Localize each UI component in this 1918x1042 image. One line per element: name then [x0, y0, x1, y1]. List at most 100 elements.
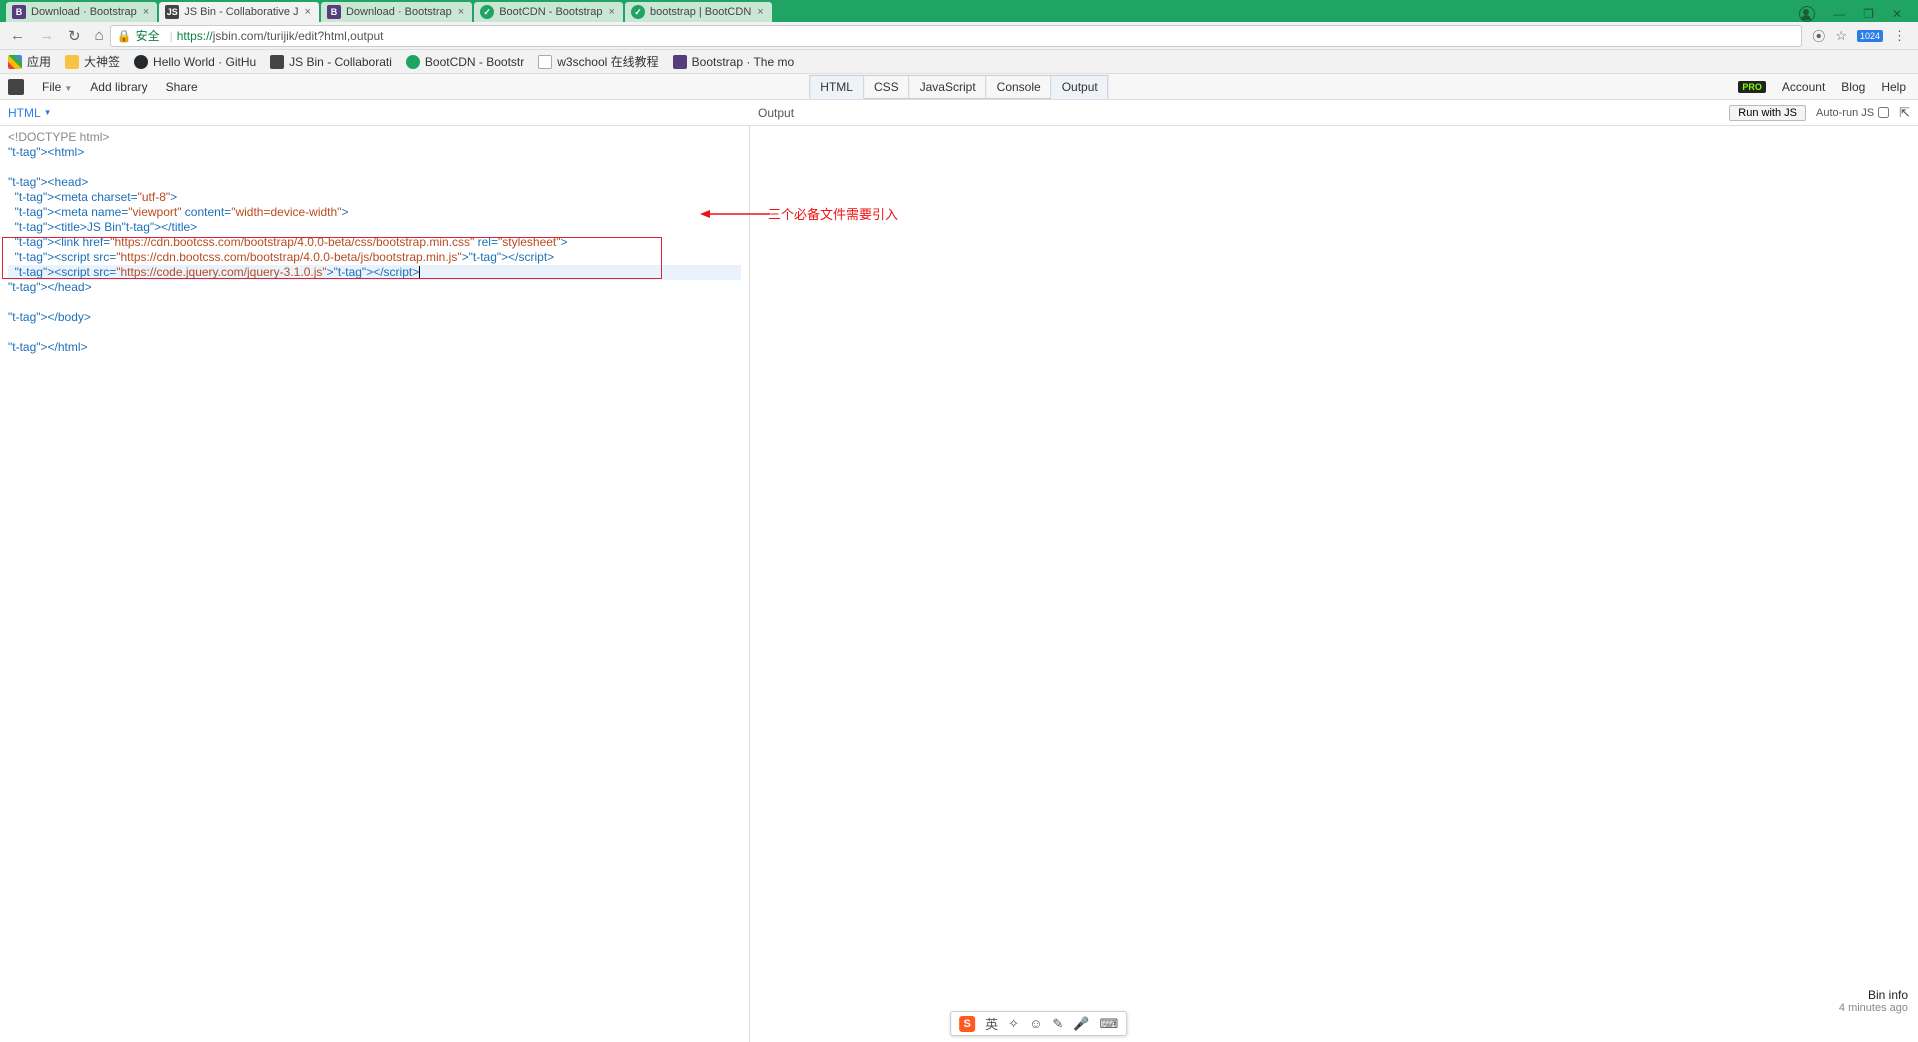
autorun-toggle[interactable]: Auto-run JS	[1816, 107, 1889, 119]
code-line: "t-tag"><script src="https://code.jquery…	[8, 265, 419, 279]
bootcdn-icon: ✓	[631, 5, 645, 19]
bookmark-item[interactable]: Hello World · GitHu	[134, 55, 256, 69]
ime-item[interactable]: ✎	[1052, 1016, 1063, 1032]
html-editor[interactable]: <!DOCTYPE html> "t-tag"><html> "t-tag"><…	[0, 126, 750, 1042]
ime-mic-icon[interactable]: 🎤	[1073, 1016, 1089, 1032]
github-icon	[134, 55, 148, 69]
window-controls: — ❐ ✕	[1783, 6, 1918, 22]
bookmark-apps[interactable]: 应用	[8, 53, 51, 70]
bootcdn-icon: ✓	[480, 5, 494, 19]
bootstrap-icon: B	[327, 5, 341, 19]
code-line: "t-tag"><html>	[8, 145, 84, 159]
close-icon[interactable]: ×	[305, 6, 311, 18]
bookmark-label: Bootstrap · The mo	[692, 55, 795, 69]
browser-tab[interactable]: BDownload · Bootstrap×	[321, 2, 472, 22]
jsbin-logo-icon[interactable]	[8, 79, 24, 95]
bootstrap-icon	[673, 55, 687, 69]
minimize-button[interactable]: —	[1833, 7, 1845, 21]
tab-css[interactable]: CSS	[864, 75, 910, 99]
panel-tabs: HTML CSS JavaScript Console Output	[809, 75, 1108, 99]
jsbin-toolbar: File▼ Add library Share HTML CSS JavaScr…	[0, 74, 1918, 100]
bookmark-label: 大神签	[84, 53, 120, 70]
address-bar[interactable]: 🔒 安全 | https://jsbin.com/turijik/edit?ht…	[110, 25, 1803, 47]
html-panel-header[interactable]: HTML▼	[0, 100, 750, 125]
code-line: "t-tag"><head>	[8, 175, 88, 189]
forward-button[interactable]: →	[39, 27, 54, 44]
translate-icon[interactable]: ⦿	[1812, 26, 1825, 45]
bookmark-item[interactable]: 大神签	[65, 53, 120, 70]
ime-keyboard-icon[interactable]: ⌨	[1099, 1016, 1118, 1032]
add-library-menu[interactable]: Add library	[90, 80, 147, 94]
bookmark-label: BootCDN - Bootstr	[425, 55, 524, 69]
bookmark-item[interactable]: Bootstrap · The mo	[673, 55, 795, 69]
bookmark-item[interactable]: JS Bin - Collaborati	[270, 55, 392, 69]
back-button[interactable]: ←	[10, 27, 25, 44]
bookmark-item[interactable]: w3school 在线教程	[538, 53, 658, 70]
bookmark-star-icon[interactable]: ☆	[1835, 28, 1847, 44]
page-icon	[538, 55, 552, 69]
bootstrap-icon: B	[12, 5, 26, 19]
browser-tab[interactable]: ✓ BootCDN - Bootstrap ×	[474, 2, 623, 22]
home-button[interactable]: ⌂	[95, 27, 104, 44]
help-link[interactable]: Help	[1881, 80, 1906, 94]
tab-title: bootstrap | BootCDN	[650, 6, 751, 18]
share-menu[interactable]: Share	[166, 80, 198, 94]
code-line: "t-tag"><meta charset="utf-8">	[8, 190, 177, 204]
tab-output[interactable]: Output	[1052, 75, 1109, 99]
secure-label: 安全	[136, 27, 160, 44]
browser-tab[interactable]: ✓ bootstrap | BootCDN ×	[625, 2, 772, 22]
expand-output-icon[interactable]: ⇱	[1899, 105, 1910, 121]
browser-tab[interactable]: BDownload · Bootstrap×	[6, 2, 157, 22]
bin-info-time: 4 minutes ago	[1839, 1002, 1908, 1014]
url-path: /turijik/edit?html,output	[263, 29, 383, 43]
panel-headers: HTML▼ Output Run with JS Auto-run JS ⇱	[0, 100, 1918, 126]
browser-toolbar: ← → ↻ ⌂ 🔒 安全 | https://jsbin.com/turijik…	[0, 22, 1918, 50]
pro-badge[interactable]: PRO	[1738, 81, 1766, 93]
ime-item[interactable]: ✧	[1008, 1016, 1019, 1032]
close-icon[interactable]: ×	[757, 6, 763, 18]
output-panel: 三个必备文件需要引入 Bin info 4 minutes ago	[750, 126, 1918, 1042]
file-menu[interactable]: File▼	[42, 80, 72, 94]
ime-emoji-icon[interactable]: ☺	[1029, 1016, 1042, 1031]
run-with-js-button[interactable]: Run with JS	[1729, 105, 1806, 121]
tab-html[interactable]: HTML	[809, 75, 864, 99]
code-line: "t-tag"><link href="https://cdn.bootcss.…	[8, 235, 568, 249]
bin-info[interactable]: Bin info 4 minutes ago	[1839, 988, 1908, 1014]
ime-lang[interactable]: 英	[985, 1014, 998, 1033]
code-line: "t-tag"><title>JS Bin"t-tag"></title>	[8, 220, 197, 234]
bookmarks-bar: 应用 大神签 Hello World · GitHu JS Bin - Coll…	[0, 50, 1918, 74]
browser-tab-active[interactable]: JSJS Bin - Collaborative J×	[159, 2, 319, 22]
bookmark-label: w3school 在线教程	[557, 53, 658, 70]
reload-button[interactable]: ↻	[68, 27, 81, 45]
bookmark-item[interactable]: BootCDN - Bootstr	[406, 55, 524, 69]
tab-title: JS Bin - Collaborative J	[184, 6, 298, 18]
close-icon[interactable]: ×	[458, 6, 464, 18]
extension-badge[interactable]: 1024	[1857, 30, 1883, 42]
tab-console[interactable]: Console	[987, 75, 1052, 99]
url-proto: https://	[177, 29, 213, 43]
code-line: "t-tag"><meta name="viewport" content="w…	[8, 205, 348, 219]
code-line: "t-tag"><script src="https://cdn.bootcss…	[8, 250, 554, 264]
lock-icon: 🔒	[117, 29, 132, 43]
tab-title: BootCDN - Bootstrap	[499, 6, 602, 18]
code-line: "t-tag"></html>	[8, 340, 88, 354]
sogou-icon[interactable]: S	[959, 1016, 975, 1032]
code-line: "t-tag"></head>	[8, 280, 92, 294]
bin-info-title: Bin info	[1839, 988, 1908, 1002]
profile-icon[interactable]	[1799, 6, 1815, 22]
blog-link[interactable]: Blog	[1841, 80, 1865, 94]
close-icon[interactable]: ×	[143, 6, 149, 18]
bookmark-label: 应用	[27, 53, 51, 70]
tab-javascript[interactable]: JavaScript	[910, 75, 987, 99]
close-icon[interactable]: ×	[609, 6, 615, 18]
annotation-text: 三个必备文件需要引入	[768, 204, 898, 223]
apps-icon	[8, 55, 22, 69]
maximize-button[interactable]: ❐	[1863, 7, 1874, 21]
account-link[interactable]: Account	[1782, 80, 1825, 94]
ime-toolbar[interactable]: S 英 ✧ ☺ ✎ 🎤 ⌨	[950, 1011, 1127, 1036]
browser-tabstrip: BDownload · Bootstrap× JSJS Bin - Collab…	[0, 0, 1918, 22]
autorun-checkbox[interactable]	[1878, 107, 1889, 118]
bookmark-label: Hello World · GitHu	[153, 55, 256, 69]
browser-menu-icon[interactable]: ⋮	[1893, 28, 1906, 44]
close-window-button[interactable]: ✕	[1892, 7, 1902, 21]
